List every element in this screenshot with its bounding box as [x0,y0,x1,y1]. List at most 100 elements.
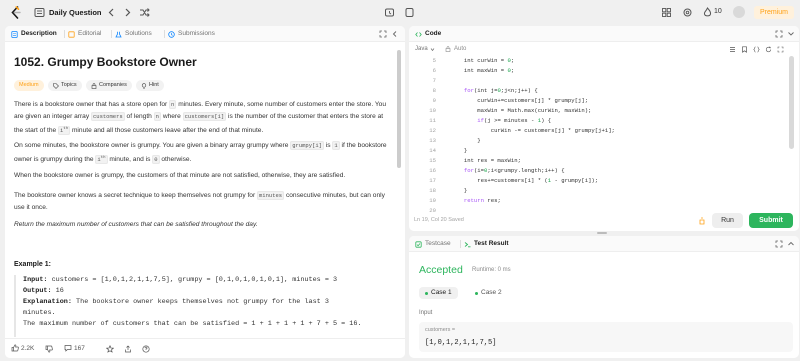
companies-chip[interactable]: Companies [86,80,132,91]
streak-fire-icon[interactable] [702,7,713,18]
code-text: res+=customers[i] * (1 - grumpy[i]); [437,176,598,186]
star-icon[interactable] [106,345,114,353]
code-line[interactable]: 11 if(j >= minutes - 1) { [409,116,799,126]
settings-gear-icon[interactable] [682,7,693,18]
topics-chip[interactable]: Topics [48,80,82,91]
thumbs-up-icon [11,344,19,352]
hint-chip[interactable]: Hint [136,80,164,91]
collapse-chevron-icon[interactable] [392,30,400,38]
problem-list-icon[interactable] [34,7,45,18]
tab-editorial[interactable]: Editorial [68,29,101,39]
fullscreen-icon[interactable] [777,46,784,53]
code-token: ; [510,67,515,74]
run-button[interactable]: Run [712,213,743,228]
language-label: Java [415,46,428,52]
line-number: 5 [432,57,436,64]
description-paragraph-4: The bookstore owner knows a secret techn… [14,190,389,214]
code-line[interactable]: 17 res+=customers[i] * (1 - grumpy[i]); [409,176,799,186]
maximize-icon[interactable] [775,240,783,248]
line-number: 17 [429,177,436,184]
maximize-icon[interactable] [775,30,783,38]
code-token: int res = maxWin; [437,157,521,164]
like-button[interactable]: 2.2K [11,344,34,352]
chevron-left-icon[interactable] [106,7,117,18]
thumbs-down-icon[interactable] [45,345,53,353]
code-editor[interactable]: 5 int curWin = 0; 6 int maxWin = 0; 7 8 for… [409,56,799,218]
input-variable-value: [1,0,1,2,1,1,7,5] [425,339,497,347]
tab-submissions[interactable]: Submissions [168,29,215,39]
code-line[interactable]: 12 curWin -= customers[j] * grumpy[j+1]; [409,126,799,136]
reset-list-icon[interactable] [729,46,736,53]
comment-count: 167 [74,344,85,352]
code-line[interactable]: 15 int res = maxWin; [409,156,799,166]
description-scrollbar[interactable] [397,50,401,168]
code-line[interactable]: 9 curWin+=customers[j] * grumpy[j]; [409,96,799,106]
submit-button[interactable]: Submit [749,213,793,228]
auto-mode-toggle[interactable]: Auto [445,46,466,52]
code-line[interactable]: 18 } [409,186,799,196]
inline-code: minutes [257,191,285,200]
timer-icon[interactable] [384,7,395,18]
tab-test-result-label: Test Result [474,240,509,247]
maximize-icon[interactable] [379,30,387,38]
hint-label: Hint [149,82,159,88]
share-icon[interactable] [124,345,132,353]
code-line[interactable]: 5 int curWin = 0; [409,56,799,66]
auto-mode-label: Auto [454,46,467,52]
tab-description[interactable]: Description [11,29,57,39]
format-braces-icon[interactable] [753,46,760,53]
case-1-tab[interactable]: Case 1 [419,287,458,299]
example-explanation-line: Explanation: The bookstore owner keeps t… [23,297,389,308]
code-line[interactable]: 10 maxWin = Math.max(curWin, maxWin); [409,106,799,116]
code-line[interactable]: 8 for(int j=0;j<n;j++) { [409,86,799,96]
line-number: 18 [429,187,436,194]
code-text: maxWin = Math.max(curWin, maxWin); [437,106,591,116]
code-line[interactable]: 19 return res; [409,196,799,206]
collapse-chevron-icon[interactable] [787,240,795,248]
code-line[interactable]: 13 } [409,136,799,146]
premium-button[interactable]: Premium [754,6,794,19]
code-token: curWin = [477,57,508,64]
collapse-chevron-icon[interactable] [787,30,795,38]
run-candle-icon[interactable] [698,217,706,225]
daily-question-title[interactable]: Daily Question [49,8,102,17]
comments-button[interactable]: 167 [64,344,85,352]
chevron-right-icon[interactable] [122,7,133,18]
input-label: Input: [23,276,48,284]
code-line[interactable]: 6 int maxWin = 0; [409,66,799,76]
tab-code[interactable]: Code [415,29,441,39]
description-paragraph-5: Return the maximum number of customers t… [14,221,258,228]
tab-test-result[interactable]: Test Result [464,239,509,249]
code-line[interactable]: 16 for(i=0;i<grumpy.length;i++) { [409,166,799,176]
text: otherwise. [159,155,192,163]
code-keyword: if [477,117,485,124]
line-number: 10 [429,107,436,114]
case-2-tab[interactable]: Case 2 [469,287,508,299]
result-panel-tabs: Testcase Test Result [409,236,799,252]
code-text: } [437,136,480,146]
code-line[interactable]: 14 } [409,146,799,156]
user-avatar[interactable] [733,6,745,18]
line-number: 7 [432,77,436,84]
language-selector[interactable]: Java [415,46,435,52]
help-icon[interactable] [142,345,150,353]
tab-solutions[interactable]: Solutions [115,29,152,39]
editor-status: Ln 19, Col 20 Saved [414,217,464,223]
tab-divider [111,30,112,38]
solutions-flask-icon [115,31,122,37]
explanation-label: Explanation: [23,298,72,306]
bookmark-icon[interactable] [741,46,748,53]
notes-icon[interactable] [404,7,415,18]
reset-rotate-icon[interactable] [765,46,772,53]
code-token: maxWin = [477,67,508,74]
shuffle-icon[interactable] [139,7,150,18]
tab-testcase[interactable]: Testcase [415,239,451,249]
example-1-title: Example 1: [14,261,51,268]
code-token: res; [484,197,501,204]
code-line[interactable]: 7 [409,76,799,86]
panel-resize-handle[interactable] [597,232,607,234]
layout-grid-icon[interactable] [661,7,672,18]
editor-scrollbar[interactable] [789,56,794,149]
leetcode-logo-icon[interactable] [10,6,22,19]
submissions-history-icon [168,30,175,38]
